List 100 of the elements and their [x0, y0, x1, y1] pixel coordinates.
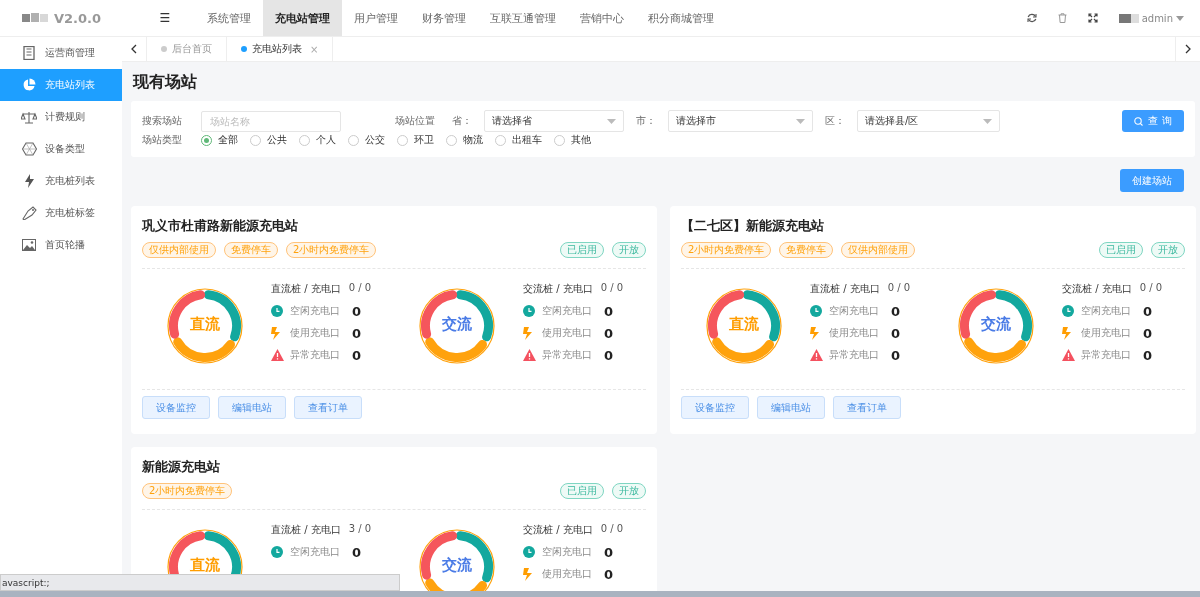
nav-tab[interactable]: 财务管理 [410, 0, 478, 36]
search-field[interactable]: 场站名称 [201, 110, 341, 132]
station-name: 【二七区】新能源充电站 [681, 217, 825, 235]
status-tag: 已启用 [1099, 242, 1143, 258]
field-label: 场站类型 [142, 133, 183, 147]
clock-icon [523, 305, 535, 317]
status-tag: 开放 [612, 242, 646, 258]
version-label: V2.0.0 [54, 10, 102, 26]
bolt-icon [523, 326, 533, 340]
port-count: 0 [604, 347, 614, 363]
port-count: 0 [891, 325, 901, 341]
station-name: 新能源充电站 [142, 458, 221, 476]
donut-label: 交流 [441, 315, 473, 334]
radio-option[interactable]: 出租车 [495, 133, 542, 147]
select-field[interactable]: 请选择省 [484, 110, 624, 132]
select-label: 省： [452, 114, 472, 128]
clock-icon [271, 305, 283, 317]
port-label: 空闲充电口 [1081, 304, 1132, 318]
port-count: 0 [604, 544, 614, 560]
page-tab[interactable]: 充电站列表 × [227, 37, 334, 61]
feature-tag: 2小时内免费停车 [681, 242, 772, 258]
feature-tag: 免费停车 [224, 242, 278, 258]
feature-tag: 仅供内部使用 [142, 242, 216, 258]
caret-icon [983, 118, 992, 124]
field-label: 场站位置 [395, 114, 436, 128]
donut-label: 交流 [441, 556, 473, 575]
group-title: 直流桩 / 充电口 [810, 282, 880, 296]
sidebar-item[interactable]: 设备类型 [0, 133, 122, 165]
clock-icon [1062, 305, 1074, 317]
bolt-icon [1062, 326, 1072, 340]
nav-tab[interactable]: 积分商城管理 [636, 0, 726, 36]
sidebar-item[interactable]: 充电桩标签 [0, 197, 122, 229]
nav-tab[interactable]: 充电站管理 [263, 0, 342, 36]
logo [22, 12, 48, 24]
radio-option[interactable]: 物流 [446, 133, 483, 147]
sidebar-item[interactable]: 充电桩列表 [0, 165, 122, 197]
port-count: 0 [352, 325, 362, 341]
port-label: 空闲充电口 [290, 304, 341, 318]
field-label: 搜索场站 [142, 114, 183, 128]
radio-option[interactable]: 公共 [250, 133, 287, 147]
radio-option[interactable]: 全部 [201, 133, 238, 147]
sidebar-item[interactable]: 运营商管理 [0, 37, 122, 69]
fullscreen-icon[interactable] [1087, 13, 1098, 23]
port-count: 0 [604, 325, 614, 341]
status-tag: 开放 [1151, 242, 1185, 258]
port-count: 0 [1143, 303, 1153, 319]
select-field[interactable]: 请选择市 [668, 110, 813, 132]
group-count: 0 / 0 [348, 282, 372, 295]
port-label: 使用充电口 [829, 326, 880, 340]
donut-label: 直流 [189, 315, 221, 334]
nav-tab[interactable]: 用户管理 [342, 0, 410, 36]
user-menu[interactable]: admin [1118, 12, 1184, 24]
feature-tag: 2小时内免费停车 [286, 242, 377, 258]
group-count: 0 / 0 [600, 523, 624, 536]
port-label: 使用充电口 [542, 567, 593, 581]
refresh-icon[interactable] [1026, 13, 1037, 23]
port-label: 异常充电口 [829, 348, 880, 362]
station-name: 巩义市杜甫路新能源充电站 [142, 217, 299, 235]
port-count: 0 [1143, 325, 1153, 341]
pie-chart-icon [22, 78, 36, 92]
nav-tab[interactable]: 系统管理 [195, 0, 263, 36]
port-label: 空闲充电口 [290, 545, 341, 559]
bolt-icon [523, 567, 533, 581]
clock-icon [523, 546, 535, 558]
caret-icon [607, 118, 616, 124]
hexagon-icon [21, 142, 37, 156]
group-title: 直流桩 / 充电口 [271, 523, 341, 537]
warning-icon [271, 349, 284, 361]
port-count: 0 [891, 347, 901, 363]
port-label: 异常充电口 [290, 348, 341, 362]
radio-option[interactable]: 环卫 [397, 133, 434, 147]
nav-tab[interactable]: 营销中心 [568, 0, 636, 36]
radio-option[interactable]: 个人 [299, 133, 336, 147]
trash-icon[interactable] [1057, 13, 1067, 23]
radio-option[interactable]: 公交 [348, 133, 385, 147]
search-icon [1134, 116, 1144, 126]
select-field[interactable]: 请选择县/区 [857, 110, 1000, 132]
sidebar-item[interactable]: 首页轮播 [0, 229, 122, 261]
select-label: 区： [825, 114, 845, 128]
group-title: 交流桩 / 充电口 [523, 282, 593, 296]
port-label: 使用充电口 [290, 326, 341, 340]
bolt-icon [24, 174, 34, 188]
caret-icon [1176, 15, 1184, 21]
port-label: 使用充电口 [1081, 326, 1132, 340]
port-count: 0 [604, 303, 614, 319]
sidebar-item[interactable]: 计费规则 [0, 101, 122, 133]
port-count: 0 [891, 303, 901, 319]
radio-option[interactable]: 其他 [554, 133, 591, 147]
warning-icon [810, 349, 823, 361]
port-count: 0 [352, 303, 362, 319]
menu-icon[interactable]: ☰ [135, 11, 195, 25]
group-count: 3 / 0 [348, 523, 372, 536]
port-label: 异常充电口 [542, 348, 593, 362]
nav-tab[interactable]: 互联互通管理 [478, 0, 568, 36]
warning-icon [523, 349, 536, 361]
status-tag: 已启用 [560, 242, 604, 258]
port-label: 空闲充电口 [542, 545, 593, 559]
group-title: 直流桩 / 充电口 [271, 282, 341, 296]
group-title: 交流桩 / 充电口 [523, 523, 593, 537]
building-icon [23, 46, 35, 60]
